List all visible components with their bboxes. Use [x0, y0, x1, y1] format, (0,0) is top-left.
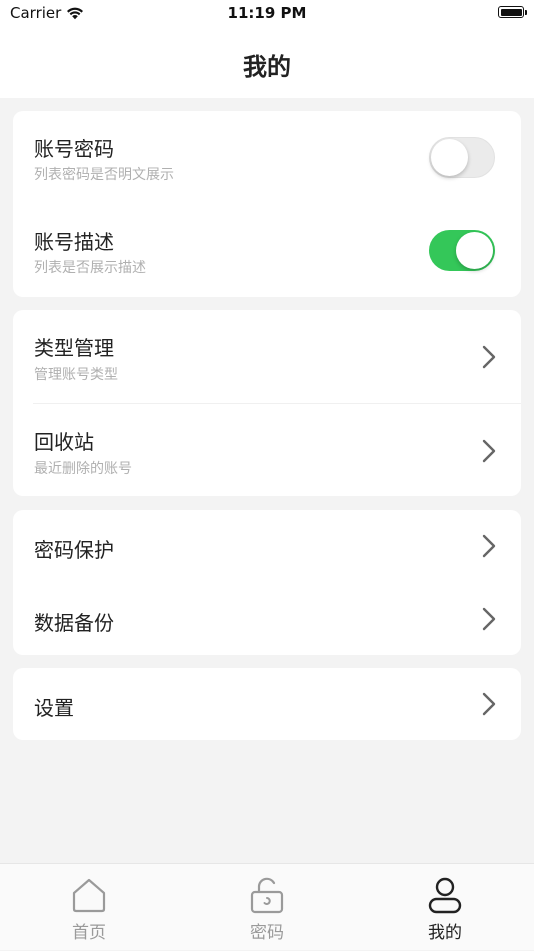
page-title: 我的 [243, 53, 291, 81]
tab-mine[interactable]: 我的 [356, 864, 534, 951]
tab-label: 我的 [428, 923, 462, 943]
security-card: 密码保护 数据备份 [13, 510, 521, 655]
display-settings-card: 账号密码 列表密码是否明文展示 账号描述 列表是否展示描述 [13, 111, 521, 297]
account-description-toggle[interactable] [429, 230, 495, 271]
tab-home[interactable]: 首页 [0, 864, 178, 951]
settings-card: 设置 [13, 668, 521, 740]
chevron-right-icon [482, 345, 496, 369]
toggle-knob [431, 139, 468, 176]
row-subtitle: 最近删除的账号 [34, 461, 132, 477]
row-subtitle: 列表是否展示描述 [34, 260, 146, 276]
row-title: 数据备份 [34, 611, 114, 635]
chevron-right-icon [482, 534, 496, 558]
chevron-right-icon [482, 607, 496, 631]
nav-bar: 我的 [0, 28, 534, 98]
row-title: 回收站 [34, 430, 94, 454]
row-title: 设置 [34, 696, 74, 720]
battery-level [500, 8, 522, 16]
row-recycle-bin[interactable]: 回收站 最近删除的账号 [13, 404, 521, 496]
manage-card: 类型管理 管理账号类型 回收站 最近删除的账号 [13, 310, 521, 496]
row-title: 类型管理 [34, 336, 114, 360]
home-icon [72, 878, 106, 913]
row-title: 账号描述 [34, 230, 114, 254]
status-time: 11:19 PM [227, 4, 307, 22]
row-settings[interactable]: 设置 [13, 668, 521, 740]
tab-password[interactable]: 密码 [178, 864, 356, 951]
chevron-right-icon [482, 439, 496, 463]
tab-label: 密码 [250, 923, 284, 943]
person-icon [428, 877, 462, 914]
row-type-management[interactable]: 类型管理 管理账号类型 [13, 310, 521, 404]
account-password-toggle[interactable] [429, 137, 495, 178]
chevron-right-icon [482, 692, 496, 716]
lock-icon [250, 877, 284, 914]
row-title: 密码保护 [34, 538, 114, 562]
row-account-description: 账号描述 列表是否展示描述 [13, 204, 521, 297]
row-title: 账号密码 [34, 137, 114, 161]
row-password-protection[interactable]: 密码保护 [13, 510, 521, 583]
status-bar: Carrier 11:19 PM [0, 0, 534, 28]
battery-icon [498, 6, 527, 18]
row-account-password: 账号密码 列表密码是否明文展示 [13, 111, 521, 204]
toggle-knob [456, 232, 493, 269]
row-subtitle: 管理账号类型 [34, 367, 118, 383]
tab-label: 首页 [72, 923, 106, 943]
row-subtitle: 列表密码是否明文展示 [34, 167, 174, 183]
tab-bar: 首页 密码 我的 [0, 863, 534, 950]
row-data-backup[interactable]: 数据备份 [13, 583, 521, 655]
